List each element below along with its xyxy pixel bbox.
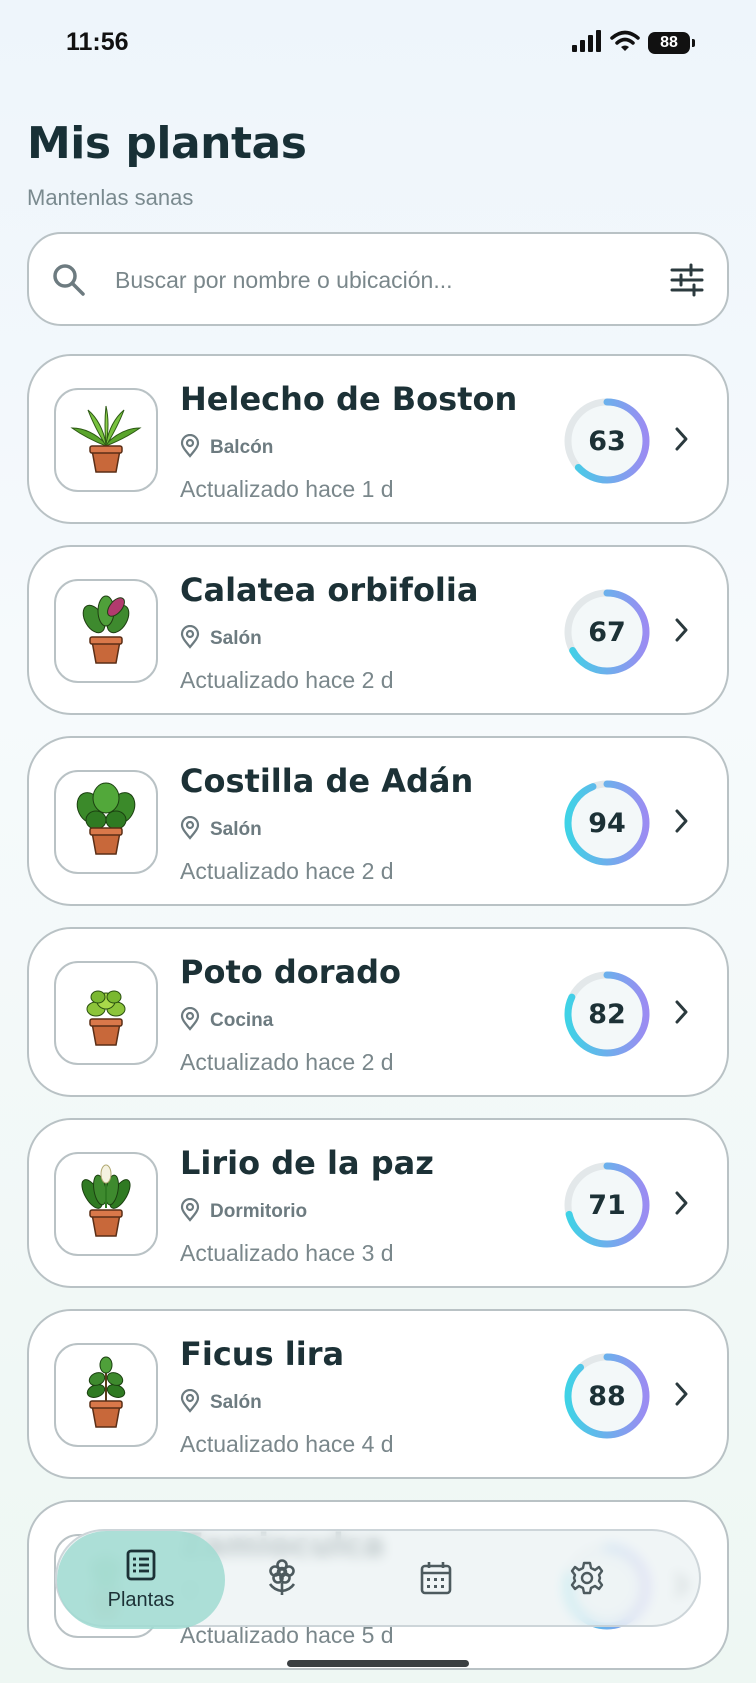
updated-text: Actualizado hace 2 d (180, 1049, 394, 1075)
health-score: 63 (588, 425, 626, 457)
plant-location: Dormitorio (180, 1197, 308, 1226)
health-score: 82 (588, 998, 626, 1030)
nav-label-plantas: Plantas (107, 1588, 175, 1611)
status-icons: 88 (572, 30, 695, 56)
location-text: Salón (210, 628, 262, 649)
updated-text: Actualizado hace 3 d (180, 1240, 394, 1266)
status-bar: 11:56 88 (0, 0, 756, 86)
plant-name: Lirio de la paz (180, 1144, 434, 1182)
chevron-right-icon[interactable] (674, 808, 690, 838)
health-score: 71 (588, 1189, 626, 1221)
plant-location: Salón (180, 815, 262, 844)
bottom-nav: Plantas (55, 1529, 701, 1629)
location-text: Salón (210, 819, 262, 840)
plant-name: Calatea orbifolia (180, 571, 479, 609)
health-score: 88 (588, 1380, 626, 1412)
health-score: 94 (588, 807, 626, 839)
health-score: 67 (588, 616, 626, 648)
updated-text: Actualizado hace 1 d (180, 476, 394, 502)
search-icon (51, 262, 87, 302)
chevron-right-icon[interactable] (674, 426, 690, 456)
ficus-icon (66, 1353, 146, 1437)
location-pin-icon (180, 1197, 200, 1226)
location-pin-icon (180, 433, 200, 462)
wifi-icon (610, 30, 640, 56)
plant-name: Ficus lira (180, 1335, 345, 1373)
location-text: Dormitorio (210, 1201, 308, 1222)
chevron-right-icon[interactable] (674, 1381, 690, 1411)
location-text: Balcón (210, 437, 274, 458)
list-icon (125, 1549, 157, 1585)
status-time: 11:56 (66, 28, 129, 56)
chevron-right-icon[interactable] (674, 999, 690, 1029)
plant-name: Helecho de Boston (180, 380, 518, 418)
location-pin-icon (180, 624, 200, 653)
plant-thumbnail (54, 770, 158, 874)
chevron-right-icon[interactable] (674, 1190, 690, 1220)
page-title: Mis plantas (27, 118, 307, 169)
page-subtitle: Mantenlas sanas (27, 185, 194, 210)
updated-text: Actualizado hace 4 d (180, 1431, 394, 1457)
gear-icon (569, 1560, 605, 1600)
flower-icon (265, 1559, 299, 1601)
plant-card[interactable]: Costilla de Adán Salón Actualizado hace 2 … (27, 736, 729, 906)
plant-location: Salón (180, 624, 262, 653)
plant-thumbnail (54, 1152, 158, 1256)
plant-name: Costilla de Adán (180, 762, 474, 800)
nav-item-flowers[interactable] (247, 1531, 317, 1629)
peace-lily-icon (66, 1162, 146, 1246)
location-text: Salón (210, 1392, 262, 1413)
plant-card[interactable]: Poto dorado Cocina Actualizado hace 2 d 82 (27, 927, 729, 1097)
location-text: Cocina (210, 1010, 274, 1031)
plant-location: Balcón (180, 433, 274, 462)
nav-item-settings[interactable] (552, 1531, 622, 1629)
nav-item-calendar[interactable] (401, 1531, 471, 1629)
calendar-icon (420, 1561, 452, 1599)
plant-card[interactable]: Lirio de la paz Dormitorio Actualizado hac… (27, 1118, 729, 1288)
fern-icon (66, 398, 146, 482)
plant-thumbnail (54, 388, 158, 492)
location-pin-icon (180, 815, 200, 844)
plant-card[interactable]: Calatea orbifolia Salón Actualizado hace 2… (27, 545, 729, 715)
signal-icon (572, 30, 602, 56)
plant-thumbnail (54, 579, 158, 683)
plant-card[interactable]: Helecho de Boston Balcón Actualizado hace … (27, 354, 729, 524)
calathea-icon (66, 589, 146, 673)
search-bar (27, 232, 729, 326)
nav-item-plantas[interactable]: Plantas (57, 1531, 225, 1629)
search-input[interactable] (115, 258, 635, 302)
plant-thumbnail (54, 1343, 158, 1447)
plant-name: Poto dorado (180, 953, 402, 991)
updated-text: Actualizado hace 2 d (180, 667, 394, 693)
chevron-right-icon[interactable] (674, 617, 690, 647)
pothos-icon (66, 971, 146, 1055)
monstera-icon (66, 780, 146, 864)
plant-location: Salón (180, 1388, 262, 1417)
location-pin-icon (180, 1006, 200, 1035)
location-pin-icon (180, 1388, 200, 1417)
plant-thumbnail (54, 961, 158, 1065)
home-indicator (287, 1660, 469, 1667)
updated-text: Actualizado hace 2 d (180, 858, 394, 884)
plant-location: Cocina (180, 1006, 274, 1035)
battery-indicator: 88 (648, 32, 695, 54)
filter-icon[interactable] (669, 262, 705, 302)
plant-card[interactable]: Ficus lira Salón Actualizado hace 4 d 88 (27, 1309, 729, 1479)
